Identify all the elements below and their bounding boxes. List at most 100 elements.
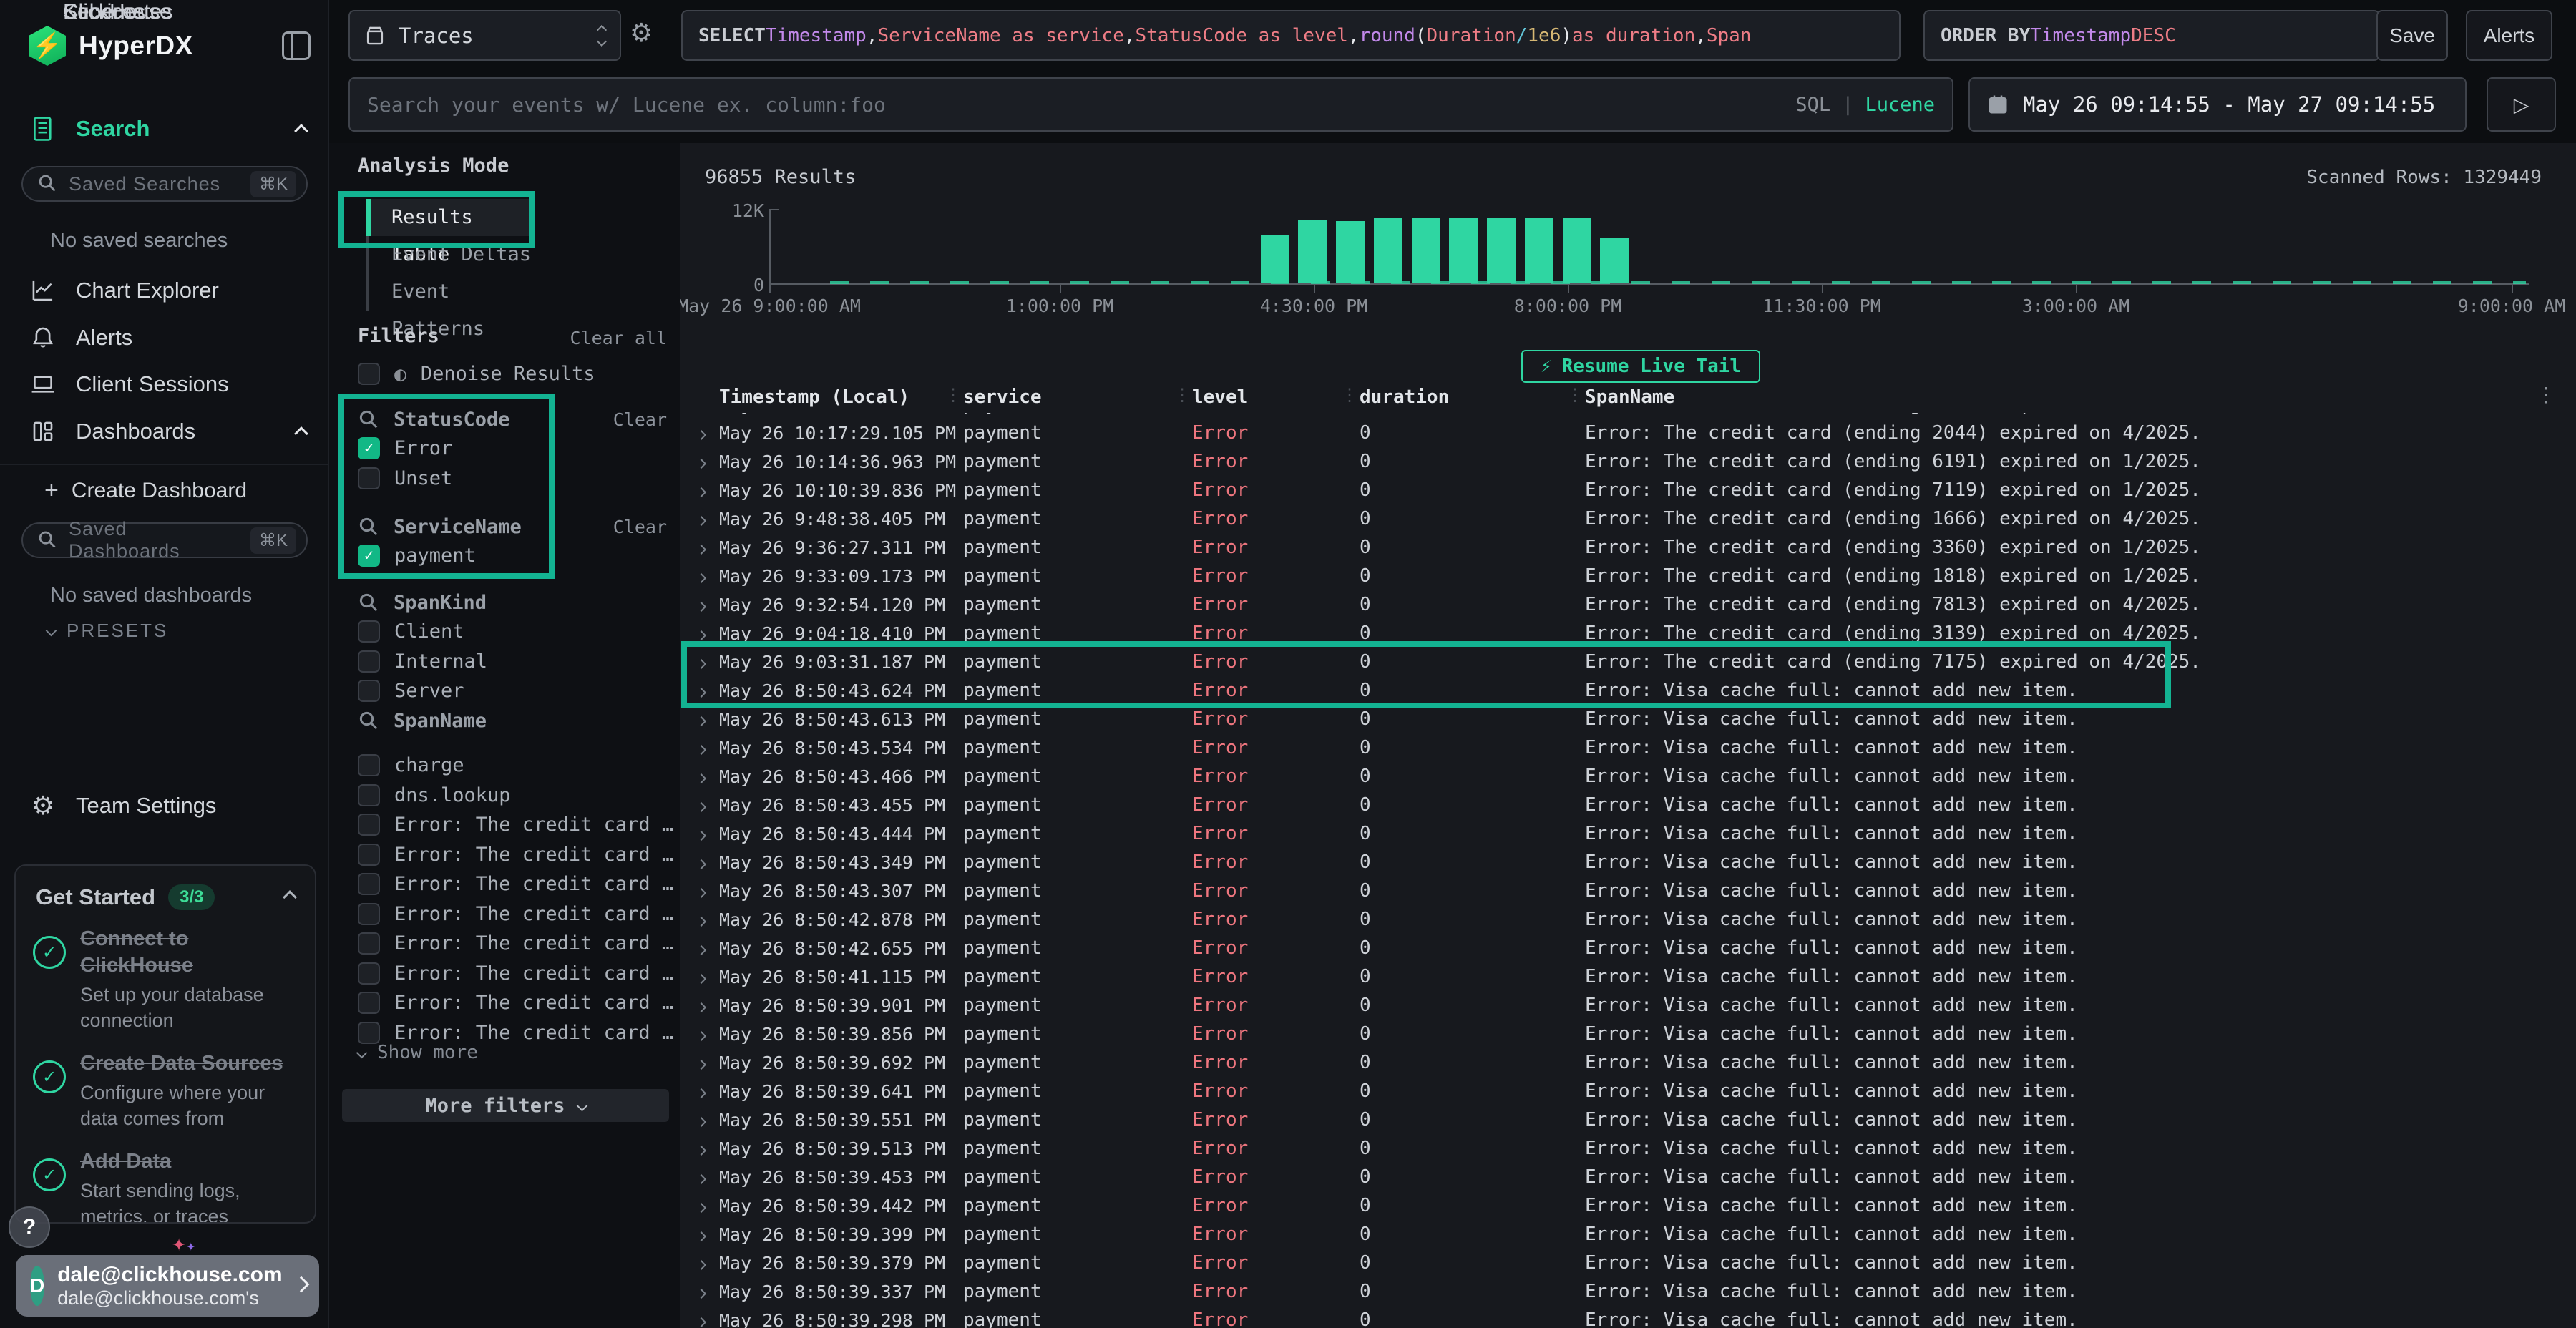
sidebar-item-search[interactable]: Search <box>29 116 306 142</box>
row-expander-icon[interactable] <box>698 766 719 787</box>
row-expander-icon[interactable] <box>698 851 719 873</box>
chevron-up-icon[interactable] <box>283 890 297 904</box>
table-row[interactable]: May 26 8:50:39.399 PM payment Error 0 Er… <box>680 1220 2576 1249</box>
row-expander-icon[interactable] <box>698 537 719 558</box>
filter-option[interactable]: ✓ Internal <box>358 647 667 677</box>
row-expander-icon[interactable] <box>698 1195 719 1216</box>
checkbox[interactable]: ✓ <box>358 903 380 925</box>
filter-option[interactable]: ✓ Server <box>358 676 667 706</box>
lucene-mode-toggle[interactable]: Lucene <box>1865 94 1935 116</box>
row-expander-icon[interactable] <box>698 451 719 472</box>
sql-mode-toggle[interactable]: SQL <box>1795 94 1830 116</box>
row-expander-icon[interactable] <box>698 1309 719 1328</box>
checkbox[interactable]: ✓ <box>358 992 380 1014</box>
sidebar-item-alerts[interactable]: Alerts <box>29 325 306 351</box>
table-row[interactable]: May 26 8:50:42.655 PM payment Error 0 Er… <box>680 934 2576 962</box>
chevron-up-icon[interactable] <box>296 116 306 142</box>
column-header-duration[interactable]: duration <box>1360 386 1585 408</box>
table-row[interactable]: May 26 9:48:38.405 PM payment Error 0 Er… <box>680 504 2576 533</box>
saved-dashboards-input[interactable]: Saved Dashboards ⌘K <box>21 522 308 558</box>
resume-live-tail-button[interactable]: ⚡ Resume Live Tail <box>1521 350 1760 383</box>
clear-all-button[interactable]: Clear all <box>570 328 667 348</box>
checkbox[interactable]: ✓ <box>358 467 380 489</box>
table-row[interactable]: May 26 8:50:39.298 PM payment Error 0 Er… <box>680 1306 2576 1328</box>
table-row[interactable]: May 26 9:03:31.187 PM payment Error 0 Er… <box>680 648 2576 676</box>
filter-option[interactable]: ✓ Unset <box>358 464 667 494</box>
table-row[interactable]: May 26 10:14:36.963 PM payment Error 0 E… <box>680 447 2576 476</box>
row-expander-icon[interactable] <box>698 1224 719 1245</box>
row-expander-icon[interactable] <box>698 565 719 587</box>
table-row[interactable]: May 26 8:50:39.901 PM payment Error 0 Er… <box>680 991 2576 1020</box>
get-started-item[interactable]: ✓ Connect to ClickHouse Set up your data… <box>33 926 298 1033</box>
table-row[interactable]: May 26 8:50:41.115 PM payment Error 0 Er… <box>680 962 2576 991</box>
row-expander-icon[interactable] <box>698 737 719 758</box>
column-header-spanname[interactable]: SpanName <box>1585 386 2576 408</box>
search-icon[interactable] <box>358 592 379 613</box>
row-expander-icon[interactable] <box>698 622 719 644</box>
table-row[interactable]: May 26 8:50:42.878 PM payment Error 0 Er… <box>680 905 2576 934</box>
denoise-results-filter[interactable]: ✓ ◐ Denoise Results <box>358 359 595 389</box>
table-row[interactable]: May 26 8:50:43.444 PM payment Error 0 Er… <box>680 819 2576 848</box>
show-more-button[interactable]: Show more <box>358 1042 478 1063</box>
user-menu[interactable]: D dale@clickhouse.com dale@clickhouse.co… <box>16 1255 319 1317</box>
column-header-timestamp[interactable]: Timestamp (Local) <box>719 386 963 408</box>
table-row[interactable]: May 26 8:50:43.534 PM payment Error 0 Er… <box>680 733 2576 762</box>
row-expander-icon[interactable] <box>698 995 719 1016</box>
get-started-item[interactable]: ✓ Create Data Sources Configure where yo… <box>33 1050 298 1131</box>
source-select[interactable]: Traces <box>348 10 621 61</box>
checkbox[interactable]: ✓ <box>358 873 380 895</box>
analysis-mode-option[interactable]: Event Deltas <box>369 236 532 273</box>
row-expander-icon[interactable] <box>698 909 719 930</box>
table-row[interactable]: May 26 8:50:39.453 PM payment Error 0 Er… <box>680 1163 2576 1191</box>
table-row[interactable]: May 26 8:50:43.455 PM payment Error 0 Er… <box>680 791 2576 819</box>
save-button[interactable]: Save <box>2376 10 2448 61</box>
column-header-level[interactable]: level <box>1192 386 1360 408</box>
row-expander-icon[interactable] <box>698 508 719 529</box>
filter-option[interactable]: ✓ Error: The credit card … <box>358 988 667 1018</box>
table-row[interactable]: May 26 9:04:18.410 PM payment Error 0 Er… <box>680 619 2576 648</box>
search-icon[interactable] <box>358 710 379 731</box>
table-row[interactable]: May 26 8:50:39.513 PM payment Error 0 Er… <box>680 1134 2576 1163</box>
row-expander-icon[interactable] <box>698 680 719 701</box>
more-filters-button[interactable]: More filters <box>342 1089 669 1122</box>
row-expander-icon[interactable] <box>698 1252 719 1274</box>
filter-option[interactable]: ✓ Error: The credit card … <box>358 810 667 840</box>
checkbox[interactable]: ✓ <box>358 932 380 954</box>
clear-filter-button[interactable]: Clear <box>613 517 667 537</box>
row-expander-icon[interactable] <box>698 594 719 615</box>
row-expander-icon[interactable] <box>698 1080 719 1102</box>
filter-option[interactable]: ✓ Error <box>358 434 667 464</box>
table-row[interactable]: May 26 8:50:43.349 PM payment Error 0 Er… <box>680 848 2576 877</box>
checkbox[interactable]: ✓ <box>358 754 380 776</box>
sql-select-editor[interactable]: SELECT Timestamp, ServiceName as service… <box>681 10 1901 61</box>
table-row[interactable]: May 26 8:50:39.692 PM payment Error 0 Er… <box>680 1048 2576 1077</box>
table-row[interactable]: May 26 9:32:54.120 PM payment Error 0 Er… <box>680 590 2576 619</box>
row-expander-icon[interactable] <box>698 479 719 501</box>
row-expander-icon[interactable] <box>698 880 719 902</box>
filter-option[interactable]: ✓ dns.lookup <box>358 781 667 811</box>
checkbox[interactable]: ✓ <box>358 814 380 836</box>
column-header-service[interactable]: service <box>963 386 1192 408</box>
checkbox[interactable]: ✓ <box>358 437 380 459</box>
results-histogram[interactable] <box>769 209 2529 285</box>
source-settings-gear-icon[interactable]: ⚙ <box>630 20 653 46</box>
checkbox[interactable]: ✓ <box>358 545 380 567</box>
sidebar-collapse-icon[interactable] <box>282 31 311 60</box>
table-row[interactable]: May 26 8:50:39.641 PM payment Error 0 Er… <box>680 1077 2576 1105</box>
table-row[interactable]: May 26 8:50:39.551 PM payment Error 0 Er… <box>680 1105 2576 1134</box>
table-row[interactable]: May 26 10:10:39.836 PM payment Error 0 E… <box>680 476 2576 504</box>
run-query-button[interactable]: ▷ <box>2487 77 2556 132</box>
sidebar-item-team-settings[interactable]: ⚙ Team Settings <box>29 793 306 819</box>
get-started-item[interactable]: ✓ Add Data Start sending logs, metrics, … <box>33 1148 298 1224</box>
sidebar-item-dashboards[interactable]: Dashboards <box>29 419 306 444</box>
row-expander-icon[interactable] <box>698 1052 719 1073</box>
presets-section[interactable]: PRESETS <box>47 620 168 642</box>
checkbox[interactable]: ✓ <box>358 962 380 985</box>
saved-searches-input[interactable]: Saved Searches ⌘K <box>21 166 308 202</box>
row-expander-icon[interactable] <box>698 1138 719 1159</box>
filter-option[interactable]: ✓ Error: The credit card … <box>358 869 667 899</box>
table-row[interactable]: May 26 8:50:43.613 PM payment Error 0 Er… <box>680 705 2576 733</box>
create-dashboard-button[interactable]: + Create Dashboard <box>44 477 247 504</box>
search-icon[interactable] <box>358 516 379 537</box>
row-expander-icon[interactable] <box>698 651 719 673</box>
